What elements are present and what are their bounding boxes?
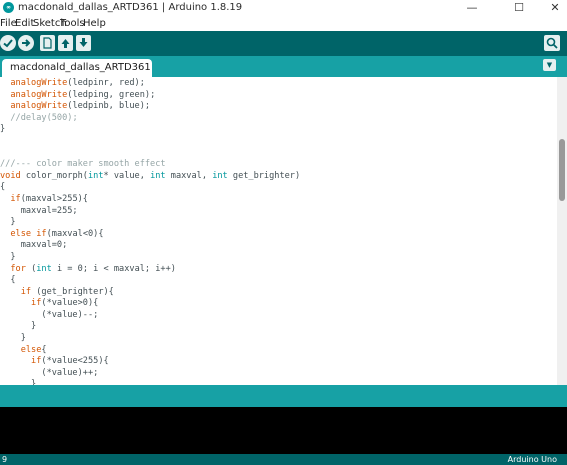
close-button[interactable]: ✕ xyxy=(540,0,567,17)
tab-menu-button[interactable]: ▼ xyxy=(543,59,556,71)
code-line: } xyxy=(0,217,16,228)
code-line: analogWrite(ledpinr, red); xyxy=(10,78,145,88)
board-name: Arduino Uno xyxy=(507,455,557,464)
line-number: 9 xyxy=(2,455,8,464)
maximize-button[interactable]: ☐ xyxy=(504,0,534,17)
window-title: macdonald_dallas_ARTD361 | Arduino 1.8.1… xyxy=(18,2,243,13)
code-line: else if(maxval<0){ xyxy=(10,228,104,239)
code-line: { xyxy=(0,275,16,286)
verify-icon[interactable] xyxy=(0,35,16,51)
toolbar xyxy=(0,31,567,56)
code-line: ///--- color maker smooth effect xyxy=(0,159,166,170)
menu-edit[interactable]: Edit xyxy=(15,18,34,29)
code-editor[interactable]: analogWrite(ledpinr, red); analogWrite(l… xyxy=(0,77,557,385)
code-line: { xyxy=(0,182,6,193)
code-line: if(*value>0){ xyxy=(31,298,99,309)
new-icon[interactable] xyxy=(40,35,55,51)
code-line: maxval=0; xyxy=(0,240,68,251)
code-line: (*value)--; xyxy=(0,309,99,320)
code-line: void color_morph(int* value, int maxval,… xyxy=(0,170,301,181)
footer-bar: 9 Arduino Uno xyxy=(0,454,567,465)
serial-monitor-icon[interactable] xyxy=(544,35,560,51)
menu-tools[interactable]: Tools xyxy=(60,18,85,29)
menu-bar: File Edit Sketch Tools Help xyxy=(0,17,567,31)
console-output xyxy=(0,407,567,454)
code-line: if(*value<255){ xyxy=(31,356,109,367)
menu-help[interactable]: Help xyxy=(83,18,106,29)
code-line: else{ xyxy=(20,344,47,355)
arduino-logo-icon: ∞ xyxy=(3,2,14,13)
window-titlebar: ∞ macdonald_dallas_ARTD361 | Arduino 1.8… xyxy=(0,0,567,17)
tab-bar: macdonald_dallas_ARTD361 ▼ xyxy=(0,56,567,77)
editor-scrollbar[interactable] xyxy=(557,77,567,385)
code-line: if (get_brighter){ xyxy=(20,286,114,297)
code-lines: analogWrite(ledpinr, red); analogWrite(l… xyxy=(0,77,557,385)
code-line: analogWrite(ledping, green); xyxy=(10,89,156,100)
code-line: } xyxy=(0,321,37,332)
code-line: analogWrite(ledpinb, blue); xyxy=(10,101,151,112)
status-bar xyxy=(0,385,567,407)
code-line: } xyxy=(0,251,16,262)
save-icon[interactable] xyxy=(76,35,91,51)
upload-icon[interactable] xyxy=(18,35,34,51)
code-line: for (int i = 0; i < maxval; i++) xyxy=(10,263,176,274)
code-line: } xyxy=(0,333,26,344)
code-line: (*value)++; xyxy=(0,367,99,378)
code-line: maxval=255; xyxy=(0,205,78,216)
minimize-button[interactable]: — xyxy=(457,0,487,17)
code-line: } xyxy=(0,124,6,135)
code-line: //delay(500); xyxy=(10,112,78,123)
tab-sketch[interactable]: macdonald_dallas_ARTD361 xyxy=(2,59,152,77)
scrollbar-thumb[interactable] xyxy=(559,139,565,201)
open-icon[interactable] xyxy=(58,35,73,51)
code-line: if(maxval>255){ xyxy=(10,193,88,204)
